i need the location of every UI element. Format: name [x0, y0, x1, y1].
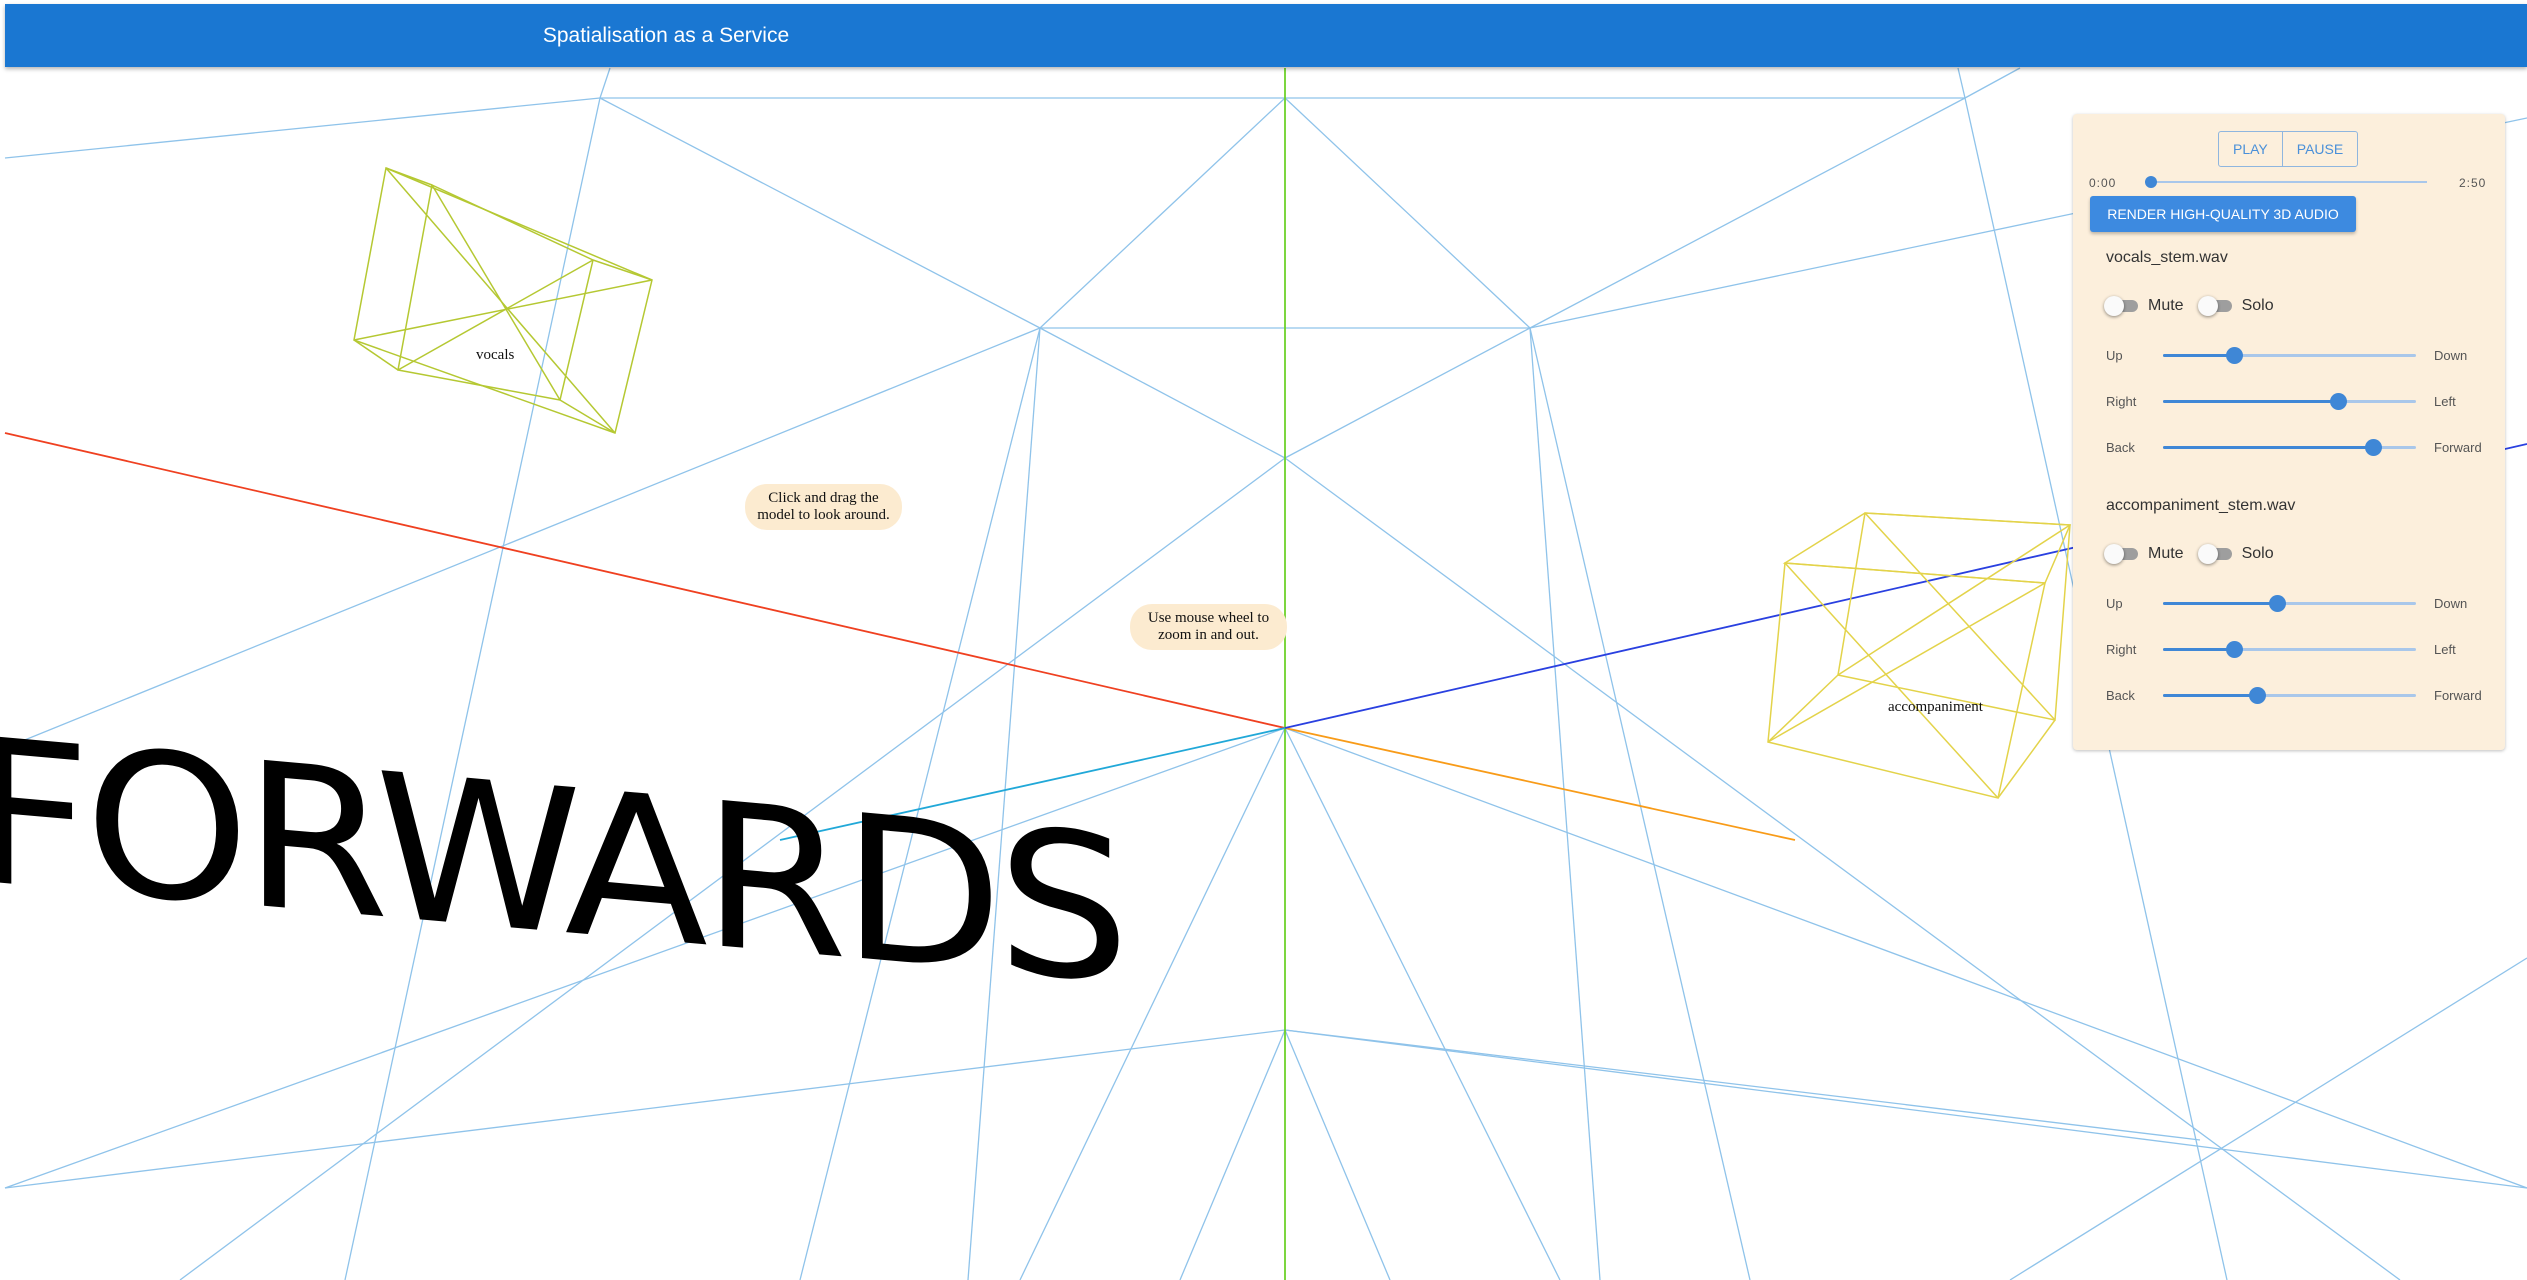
accompaniment-right-left-slider[interactable]: Right Left	[2073, 639, 2505, 659]
pause-button[interactable]: PAUSE	[2281, 132, 2357, 166]
stem-name: accompaniment_stem.wav	[2106, 497, 2296, 514]
slider-thumb[interactable]	[2225, 347, 2243, 364]
slider-max-label: Forward	[2434, 688, 2482, 703]
mute-label: Mute	[2148, 545, 2184, 562]
mute-switch[interactable]	[2104, 544, 2138, 564]
stem-toggles: Mute Solo	[2104, 296, 2288, 316]
vocals-label: vocals	[476, 347, 515, 363]
slider-track[interactable]	[2163, 595, 2416, 612]
transport-buttons: PLAY PAUSE	[2218, 131, 2359, 167]
stem-toggles: Mute Solo	[2104, 544, 2288, 564]
slider-max-label: Forward	[2434, 440, 2482, 455]
zoom-hint: Use mouse wheel to zoom in and out.	[1130, 604, 1287, 650]
slider-thumb[interactable]	[2248, 687, 2266, 704]
slider-track[interactable]	[2163, 641, 2416, 658]
vocals-up-down-slider[interactable]: Up Down	[2073, 345, 2505, 365]
accompaniment-up-down-slider[interactable]: Up Down	[2073, 593, 2505, 613]
slider-min-label: Right	[2106, 394, 2137, 409]
slider-min-label: Right	[2106, 642, 2137, 657]
slider-max-label: Down	[2434, 596, 2468, 611]
drag-hint: Click and drag the model to look around.	[745, 484, 902, 530]
slider-track[interactable]	[2163, 347, 2416, 364]
app-title: Spatialisation as a Service	[542, 23, 790, 47]
accompaniment-object	[1767, 512, 2072, 799]
solo-switch[interactable]	[2197, 544, 2232, 564]
slider-min-label: Back	[2106, 440, 2135, 455]
seek-slider[interactable]	[2145, 176, 2427, 188]
slider-thumb[interactable]	[2329, 393, 2347, 410]
slider-max-label: Left	[2434, 394, 2456, 409]
slider-track[interactable]	[2163, 687, 2416, 704]
accompaniment-back-forward-slider[interactable]: Back Forward	[2073, 685, 2505, 705]
stem-name: vocals_stem.wav	[2106, 249, 2228, 266]
vocals-right-left-slider[interactable]: Right Left	[2073, 391, 2505, 411]
accompaniment-label: accompaniment	[1888, 699, 1983, 715]
play-button[interactable]: PLAY	[2219, 132, 2282, 166]
slider-max-label: Down	[2434, 348, 2468, 363]
vocals-back-forward-slider[interactable]: Back Forward	[2073, 437, 2505, 457]
slider-track[interactable]	[2163, 439, 2416, 456]
slider-min-label: Up	[2106, 596, 2123, 611]
slider-max-label: Left	[2434, 642, 2456, 657]
solo-label: Solo	[2241, 545, 2274, 562]
mute-label: Mute	[2148, 297, 2184, 314]
mute-switch[interactable]	[2104, 296, 2138, 316]
slider-thumb[interactable]	[2364, 439, 2382, 456]
slider-track[interactable]	[2163, 393, 2416, 410]
total-time: 2:50	[2459, 176, 2487, 190]
slider-thumb[interactable]	[2268, 595, 2286, 612]
render-audio-button[interactable]: RENDER HIGH-QUALITY 3D AUDIO	[2090, 196, 2356, 232]
x-axis-positive	[1284, 727, 1796, 841]
app-header: Spatialisation as a Service	[5, 4, 2527, 67]
seek-thumb[interactable]	[2145, 176, 2157, 188]
vocals-object	[353, 166, 653, 434]
slider-thumb[interactable]	[2225, 641, 2243, 658]
solo-switch[interactable]	[2197, 296, 2232, 316]
x-axis	[4, 432, 1286, 729]
slider-min-label: Back	[2106, 688, 2135, 703]
current-time: 0:00	[2089, 176, 2117, 190]
slider-min-label: Up	[2106, 348, 2123, 363]
solo-label: Solo	[2241, 297, 2274, 314]
control-panel: PLAY PAUSE 0:00 2:50 RENDER HIGH-QUALITY…	[2073, 114, 2505, 750]
forwards-text: FORWARDS	[0, 695, 1124, 1029]
